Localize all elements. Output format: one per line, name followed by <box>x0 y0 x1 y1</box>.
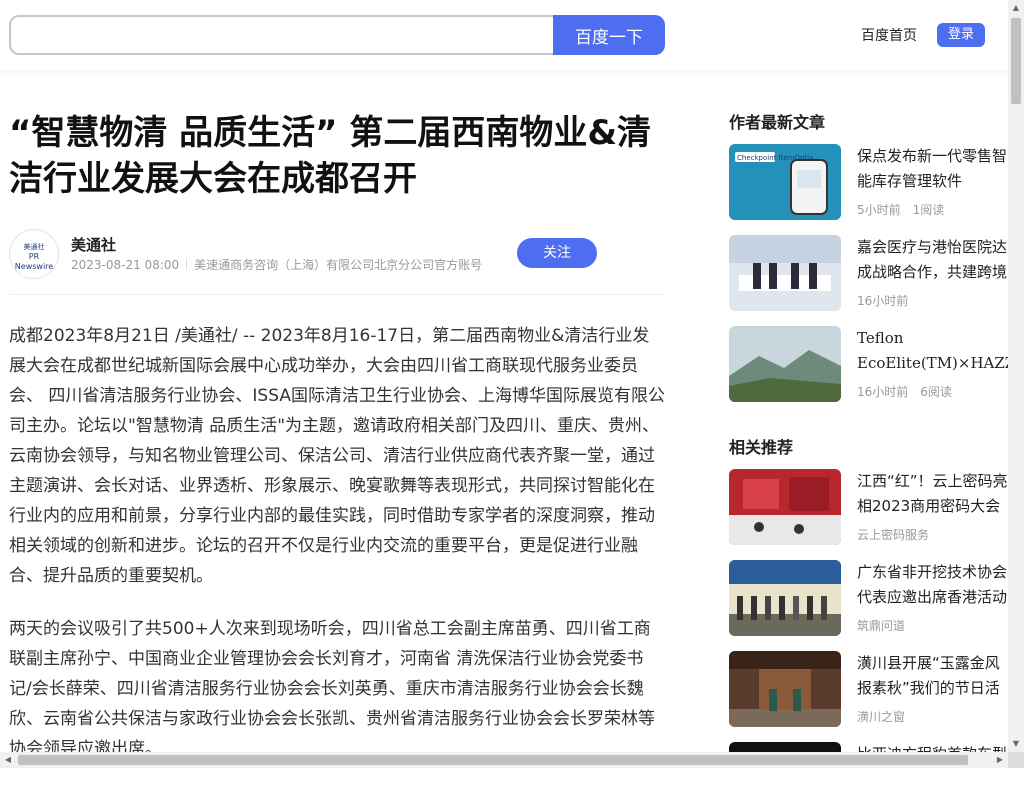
related-thumbnail[interactable] <box>729 742 841 752</box>
article-meta: 2023-08-21 08:00 美速通商务咨询（上海）有限公司北京分公司官方账号 <box>71 256 482 273</box>
latest-article-meta: 5小时前 1阅读 <box>857 201 944 218</box>
avatar-logo-text: 美通社 <box>23 243 45 251</box>
related-title[interactable]: 潢川县开展“玉露金风报素秋”我们的节日活动 <box>857 651 1009 701</box>
temple-thumbnail-image <box>729 651 841 727</box>
related-title[interactable]: 广东省非开挖技术协会代表应邀出席香港活动 <box>857 560 1009 610</box>
related-source: 云上密码服务 <box>857 528 930 542</box>
related-source: 潢川之窗 <box>857 710 906 724</box>
related-heading: 相关推荐 <box>729 438 794 457</box>
horizontal-scrollbar[interactable]: ◀ ▶ <box>0 752 1008 768</box>
group-photo-thumbnail-image <box>729 560 841 636</box>
landscape-thumbnail-image <box>729 326 841 402</box>
related-item[interactable]: 江西“红”！云上密码亮相2023商用密码大会 云上密码服务 <box>729 469 1019 545</box>
latest-article-meta: 16小时前 6阅读 <box>857 383 952 400</box>
meta-divider <box>186 258 188 270</box>
header-divider <box>9 294 664 295</box>
latest-articles-heading: 作者最新文章 <box>729 113 826 132</box>
horizontal-scroll-thumb[interactable] <box>18 755 968 765</box>
avatar-logo-subtext: PR Newswire <box>14 252 54 271</box>
login-button[interactable]: 登录 <box>937 23 985 47</box>
scrollbar-corner <box>1008 752 1024 768</box>
related-thumbnail[interactable] <box>729 651 841 727</box>
top-bar: 百度一下 百度首页 登录 <box>0 0 1008 70</box>
checkpoint-thumbnail-image: Checkpoint ItemOptix <box>729 144 841 220</box>
related-item[interactable]: 广东省非开挖技术协会代表应邀出席香港活动 筑鼎问道 <box>729 560 1019 636</box>
article-paragraph: 成都2023年8月21日 /美通社/ -- 2023年8月16-17日，第二届西… <box>9 326 665 586</box>
article-time: 16小时前 <box>857 385 909 399</box>
scroll-right-arrow-icon[interactable]: ▶ <box>992 752 1008 768</box>
article-title: “智慧物清 品质生活” 第二届西南物业&清洁行业发展大会在成都召开 <box>9 113 652 199</box>
search-input[interactable] <box>9 15 571 55</box>
article-thumbnail[interactable]: Checkpoint ItemOptix <box>729 144 841 220</box>
article-thumbnail[interactable] <box>729 235 841 311</box>
related-thumbnail[interactable] <box>729 469 841 545</box>
author-avatar[interactable]: 美通社 PR Newswire <box>9 229 59 279</box>
article-reads: 6阅读 <box>920 385 952 399</box>
publish-date: 2023-08-21 08:00 <box>71 258 180 272</box>
related-source: 筑鼎问道 <box>857 619 906 633</box>
latest-article-item[interactable]: Checkpoint ItemOptix 保点发布新一代零售智能库存管理软件It… <box>729 144 1019 220</box>
latest-article-title[interactable]: 嘉会医疗与港怡医院达成战略合作，共建跨境医疗服务平台 <box>857 235 1009 285</box>
latest-article-item[interactable]: Teflon EcoElite(TM)×HAZZYS 16小时前 6阅读 <box>729 326 1019 402</box>
vertical-scrollbar[interactable]: ▲ ▼ <box>1008 0 1024 752</box>
article-body: 成都2023年8月21日 /美通社/ -- 2023年8月16-17日，第二届西… <box>9 321 665 787</box>
latest-article-title[interactable]: 保点发布新一代零售智能库存管理软件ItemOptix <box>857 144 1009 194</box>
ceremony-thumbnail-image <box>729 235 841 311</box>
vertical-scroll-thumb[interactable] <box>1011 18 1021 104</box>
follow-button[interactable]: 关注 <box>517 238 597 268</box>
search-button[interactable]: 百度一下 <box>553 15 665 55</box>
article-paragraph: 两天的会议吸引了共500+人次来到现场听会，四川省总工会副主席苗勇、四川省工商联… <box>9 619 655 759</box>
baidu-home-link[interactable]: 百度首页 <box>861 25 917 45</box>
article-time: 16小时前 <box>857 294 909 308</box>
exhibition-thumbnail-image <box>729 469 841 545</box>
article-reads: 1阅读 <box>912 203 945 217</box>
author-account: 美速通商务咨询（上海）有限公司北京分公司官方账号 <box>194 258 483 272</box>
latest-article-title[interactable]: Teflon EcoElite(TM)×HAZZYS <box>857 326 1017 376</box>
related-thumbnail[interactable] <box>729 560 841 636</box>
author-name[interactable]: 美通社 <box>71 234 116 255</box>
scroll-up-arrow-icon[interactable]: ▲ <box>1008 0 1024 16</box>
latest-article-item[interactable]: 嘉会医疗与港怡医院达成战略合作，共建跨境医疗服务平台 16小时前 <box>729 235 1019 311</box>
related-item[interactable]: 潢川县开展“玉露金风报素秋”我们的节日活动 潢川之窗 <box>729 651 1019 727</box>
related-title[interactable]: 比亚迪方程豹首款车型 <box>857 742 1009 752</box>
scroll-left-arrow-icon[interactable]: ◀ <box>0 752 16 768</box>
article-thumbnail[interactable] <box>729 326 841 402</box>
related-title[interactable]: 江西“红”！云上密码亮相2023商用密码大会 <box>857 469 1009 519</box>
related-item[interactable]: 比亚迪方程豹首款车型 <box>729 742 1019 752</box>
article-time: 5小时前 <box>857 203 901 217</box>
latest-article-meta: 16小时前 <box>857 292 908 309</box>
scroll-down-arrow-icon[interactable]: ▼ <box>1008 736 1024 752</box>
